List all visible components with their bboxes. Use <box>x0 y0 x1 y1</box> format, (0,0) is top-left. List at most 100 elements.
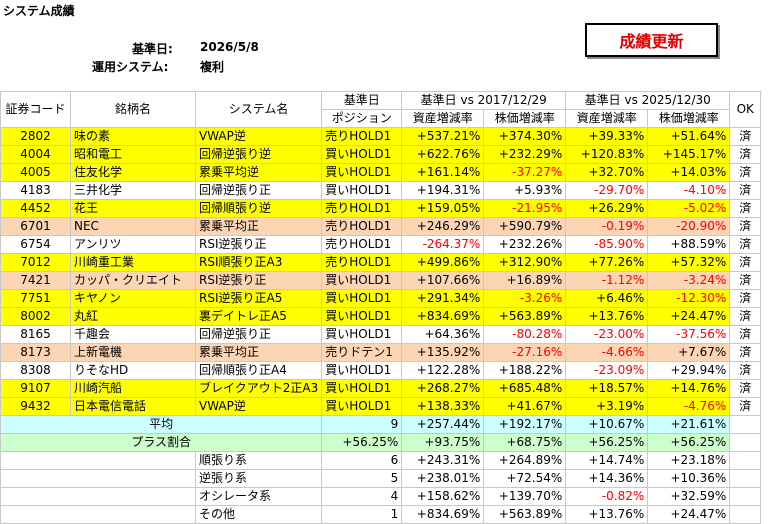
cell-code[interactable]: 4452 <box>0 199 71 218</box>
cell-position[interactable]: 売りHOLD1 <box>321 235 403 254</box>
cell-code[interactable]: 9432 <box>0 397 71 416</box>
cell-asset2[interactable]: +39.33% <box>565 127 649 146</box>
cell-price2[interactable]: +14.76% <box>647 379 731 398</box>
cell-price2[interactable]: +7.67% <box>647 343 731 362</box>
cell-position[interactable]: 買いHOLD1 <box>321 361 403 380</box>
avg-label[interactable]: 平均 <box>0 415 323 434</box>
cell-name[interactable]: アンリツ <box>70 235 196 254</box>
cell-price2[interactable]: +24.47% <box>647 307 731 326</box>
cell-name[interactable]: 昭和電工 <box>70 145 196 164</box>
cell-position[interactable]: 買いHOLD1 <box>321 271 403 290</box>
cell-asset2[interactable]: +6.46% <box>565 289 649 308</box>
cell-price1[interactable]: +590.79% <box>483 217 567 236</box>
cell-system[interactable]: 累乗平均正 <box>194 343 323 362</box>
cell-asset2[interactable]: +3.19% <box>565 397 649 416</box>
cell-position[interactable]: 買いHOLD1 <box>321 397 403 416</box>
cell-ok[interactable]: 済 <box>729 307 762 326</box>
cell-name[interactable]: 丸紅 <box>70 307 196 326</box>
group-label[interactable]: その他 <box>194 505 323 524</box>
group-blank[interactable] <box>0 451 196 470</box>
cell-position[interactable]: 買いHOLD1 <box>321 307 403 326</box>
cell-position[interactable]: 売りHOLD1 <box>321 217 403 236</box>
cell-asset1[interactable]: +499.86% <box>401 253 485 272</box>
cell-name[interactable]: りそなHD <box>70 361 196 380</box>
cell-ok[interactable]: 済 <box>729 217 762 236</box>
group-price2[interactable]: +24.47% <box>647 505 731 524</box>
cell-price2[interactable]: -5.02% <box>647 199 731 218</box>
cell-ok[interactable]: 済 <box>729 145 762 164</box>
cell-asset2[interactable]: -29.70% <box>565 181 649 200</box>
cell-price1[interactable]: +16.89% <box>483 271 567 290</box>
cell-price2[interactable]: +57.32% <box>647 253 731 272</box>
cell-code[interactable]: 8173 <box>0 343 71 362</box>
cell-name[interactable]: カッパ・クリエイト <box>70 271 196 290</box>
group-count[interactable]: 4 <box>321 487 403 506</box>
cell-price1[interactable]: +232.26% <box>483 235 567 254</box>
cell-system[interactable]: 回帰順張り正A4 <box>194 361 323 380</box>
cell-name[interactable]: 味の素 <box>70 127 196 146</box>
cell-asset2[interactable]: -23.09% <box>565 361 649 380</box>
cell-system[interactable]: RSI逆張り正 <box>194 235 323 254</box>
group-asset2[interactable]: +13.76% <box>565 505 649 524</box>
group-blank[interactable] <box>0 487 196 506</box>
group-asset2[interactable]: +14.36% <box>565 469 649 488</box>
cell-asset1[interactable]: +537.21% <box>401 127 485 146</box>
cell-price1[interactable]: +5.93% <box>483 181 567 200</box>
cell-price1[interactable]: +41.67% <box>483 397 567 416</box>
cell-price1[interactable]: -3.26% <box>483 289 567 308</box>
avg-asset1[interactable]: +257.44% <box>401 415 485 434</box>
cell-ok[interactable]: 済 <box>729 379 762 398</box>
group-blank2[interactable] <box>729 469 762 488</box>
group-price1[interactable]: +139.70% <box>483 487 567 506</box>
group-price1[interactable]: +563.89% <box>483 505 567 524</box>
cell-system[interactable]: 裏デイトレ正A5 <box>194 307 323 326</box>
group-count[interactable]: 5 <box>321 469 403 488</box>
cell-asset2[interactable]: +18.57% <box>565 379 649 398</box>
cell-name[interactable]: 住友化学 <box>70 163 196 182</box>
cell-asset2[interactable]: +77.26% <box>565 253 649 272</box>
cell-asset2[interactable]: -23.00% <box>565 325 649 344</box>
cell-name[interactable]: 川崎重工業 <box>70 253 196 272</box>
plus-asset2[interactable]: +56.25% <box>565 433 649 452</box>
cell-price1[interactable]: -37.27% <box>483 163 567 182</box>
cell-price2[interactable]: +88.59% <box>647 235 731 254</box>
plus-label[interactable]: プラス割合 <box>0 433 323 452</box>
cell-ok[interactable]: 済 <box>729 361 762 380</box>
cell-ok[interactable]: 済 <box>729 181 762 200</box>
cell-code[interactable]: 4005 <box>0 163 71 182</box>
plus-asset1[interactable]: +93.75% <box>401 433 485 452</box>
cell-position[interactable]: 買いHOLD1 <box>321 325 403 344</box>
cell-code[interactable]: 8308 <box>0 361 71 380</box>
group-blank[interactable] <box>0 469 196 488</box>
cell-ok[interactable]: 済 <box>729 199 762 218</box>
cell-name[interactable]: キヤノン <box>70 289 196 308</box>
plus-pct[interactable]: +56.25% <box>321 433 403 452</box>
cell-asset1[interactable]: +246.29% <box>401 217 485 236</box>
plus-price1[interactable]: +68.75% <box>483 433 567 452</box>
cell-position[interactable]: 売りドテン1 <box>321 343 403 362</box>
cell-code[interactable]: 2802 <box>0 127 71 146</box>
cell-code[interactable]: 4183 <box>0 181 71 200</box>
group-count[interactable]: 1 <box>321 505 403 524</box>
cell-code[interactable]: 8165 <box>0 325 71 344</box>
cell-ok[interactable]: 済 <box>729 271 762 290</box>
cell-system[interactable]: 累乗平均逆 <box>194 163 323 182</box>
cell-asset1[interactable]: +159.05% <box>401 199 485 218</box>
cell-ok[interactable]: 済 <box>729 343 762 362</box>
cell-price2[interactable]: +29.94% <box>647 361 731 380</box>
cell-asset2[interactable]: +120.83% <box>565 145 649 164</box>
cell-asset1[interactable]: +268.27% <box>401 379 485 398</box>
cell-code[interactable]: 4004 <box>0 145 71 164</box>
group-label[interactable]: オシレータ系 <box>194 487 323 506</box>
cell-asset1[interactable]: +64.36% <box>401 325 485 344</box>
group-asset1[interactable]: +238.01% <box>401 469 485 488</box>
group-blank[interactable] <box>0 505 196 524</box>
cell-asset2[interactable]: -4.66% <box>565 343 649 362</box>
cell-ok[interactable]: 済 <box>729 253 762 272</box>
cell-price2[interactable]: -20.90% <box>647 217 731 236</box>
cell-system[interactable]: RSI逆張り正A5 <box>194 289 323 308</box>
cell-ok[interactable]: 済 <box>729 397 762 416</box>
cell-ok[interactable]: 済 <box>729 235 762 254</box>
cell-system[interactable]: RSI順張り正A3 <box>194 253 323 272</box>
cell-price1[interactable]: -80.28% <box>483 325 567 344</box>
